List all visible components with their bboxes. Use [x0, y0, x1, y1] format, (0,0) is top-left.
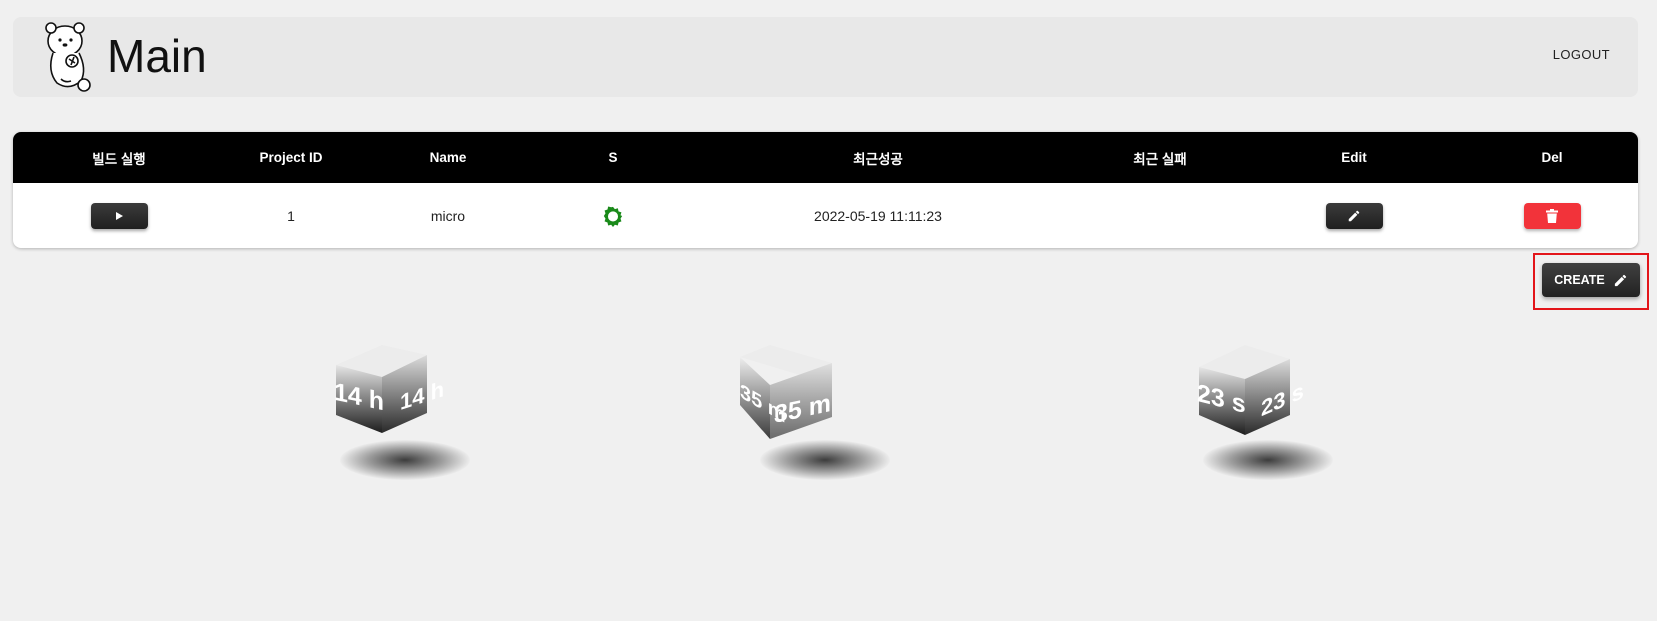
column-header-delete: Del: [1541, 150, 1563, 165]
delete-project-button[interactable]: [1523, 202, 1581, 229]
edit-project-button[interactable]: [1325, 202, 1383, 229]
play-icon: [116, 211, 123, 220]
run-build-button[interactable]: [90, 202, 148, 229]
pencil-icon: [1348, 210, 1360, 221]
column-header-project-id: Project ID: [259, 150, 323, 165]
page-title: Main: [107, 30, 207, 82]
bear-logo-icon: [45, 22, 91, 92]
app-header: Main LOGOUT: [13, 17, 1638, 97]
gear-success-icon: [603, 205, 623, 227]
table-row: 1 micro 2022-05-19 11:11:23: [13, 183, 1638, 248]
column-header-last-success: 최근성공: [853, 151, 903, 167]
column-header-status: S: [608, 150, 618, 165]
projects-table: 빌드 실행 Project ID Name S 최근성공 최근 실패 Edit …: [13, 132, 1638, 248]
status-cell: [598, 183, 628, 248]
countdown-cube-hours: 14 h 14 h: [320, 345, 490, 485]
countdown-cube-minutes: 35 m 35 m: [740, 345, 910, 485]
column-header-name: Name: [429, 150, 467, 165]
create-button-highlight: CREATE: [1533, 253, 1649, 310]
countdown-cube-seconds: 23 s 23 s: [1183, 345, 1353, 485]
pencil-icon: [1614, 274, 1626, 286]
last-success-cell: 2022-05-19 11:11:23: [814, 207, 942, 224]
column-header-edit: Edit: [1341, 150, 1367, 165]
column-header-build-run: 빌드 실행: [92, 151, 146, 167]
column-header-last-failure: 최근 실패: [1133, 151, 1187, 167]
run-cell: [54, 183, 184, 248]
trash-icon: [1546, 208, 1558, 223]
last-failure-cell: [1095, 183, 1225, 248]
project-name-cell: micro: [430, 207, 466, 224]
create-button[interactable]: CREATE: [1542, 263, 1640, 297]
edit-cell: [1304, 183, 1404, 248]
create-button-label: CREATE: [1554, 273, 1605, 287]
delete-cell: [1502, 183, 1602, 248]
table-header-row: 빌드 실행 Project ID Name S 최근성공 최근 실패 Edit …: [13, 132, 1638, 183]
logout-link[interactable]: LOGOUT: [1553, 47, 1610, 62]
project-id-cell: 1: [287, 207, 295, 224]
